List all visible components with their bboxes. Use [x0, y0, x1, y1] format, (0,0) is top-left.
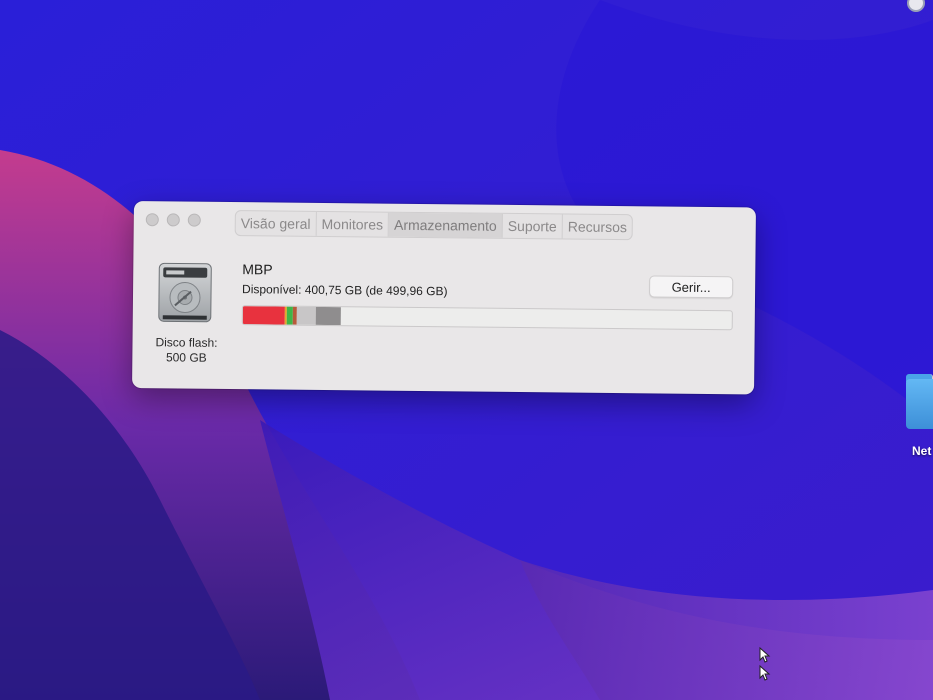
- disk-label: Disco flash: 500 GB: [144, 335, 228, 366]
- zoom-button[interactable]: [187, 213, 201, 227]
- manage-button[interactable]: Gerir...: [649, 275, 734, 299]
- disk-type-label: Disco flash:: [155, 335, 218, 350]
- tab-support[interactable]: Suporte: [502, 213, 563, 239]
- minimize-button[interactable]: [166, 213, 180, 227]
- tab-resources[interactable]: Recursos: [563, 214, 632, 239]
- storage-segment[interactable]: [316, 306, 341, 326]
- volume-available: Disponível: 400,75 GB (de 499,96 GB): [242, 282, 448, 299]
- close-button[interactable]: [145, 213, 159, 227]
- about-this-mac-window: Visão geral Monitores Armazenamento Supo…: [132, 201, 756, 395]
- tab-storage[interactable]: Armazenamento: [388, 212, 503, 238]
- disk-size-label: 500 GB: [165, 350, 207, 365]
- hard-drive-icon: [158, 262, 212, 323]
- folder-body: [906, 379, 933, 429]
- cursor-icon: [759, 646, 771, 681]
- storage-segment[interactable]: [242, 306, 285, 325]
- folder-label[interactable]: Net: [912, 444, 931, 458]
- storage-segment[interactable]: [296, 306, 317, 325]
- folder-icon[interactable]: [906, 374, 933, 430]
- tab-displays[interactable]: Monitores: [316, 211, 390, 237]
- tab-bar: Visão geral Monitores Armazenamento Supo…: [234, 210, 634, 241]
- tab-overview[interactable]: Visão geral: [235, 211, 317, 236]
- desktop: Net Visão geral Monitores Armazenamento …: [0, 0, 933, 700]
- window-controls: [145, 213, 201, 227]
- volume-name: MBP: [242, 261, 273, 278]
- storage-usage-bar[interactable]: [241, 305, 733, 331]
